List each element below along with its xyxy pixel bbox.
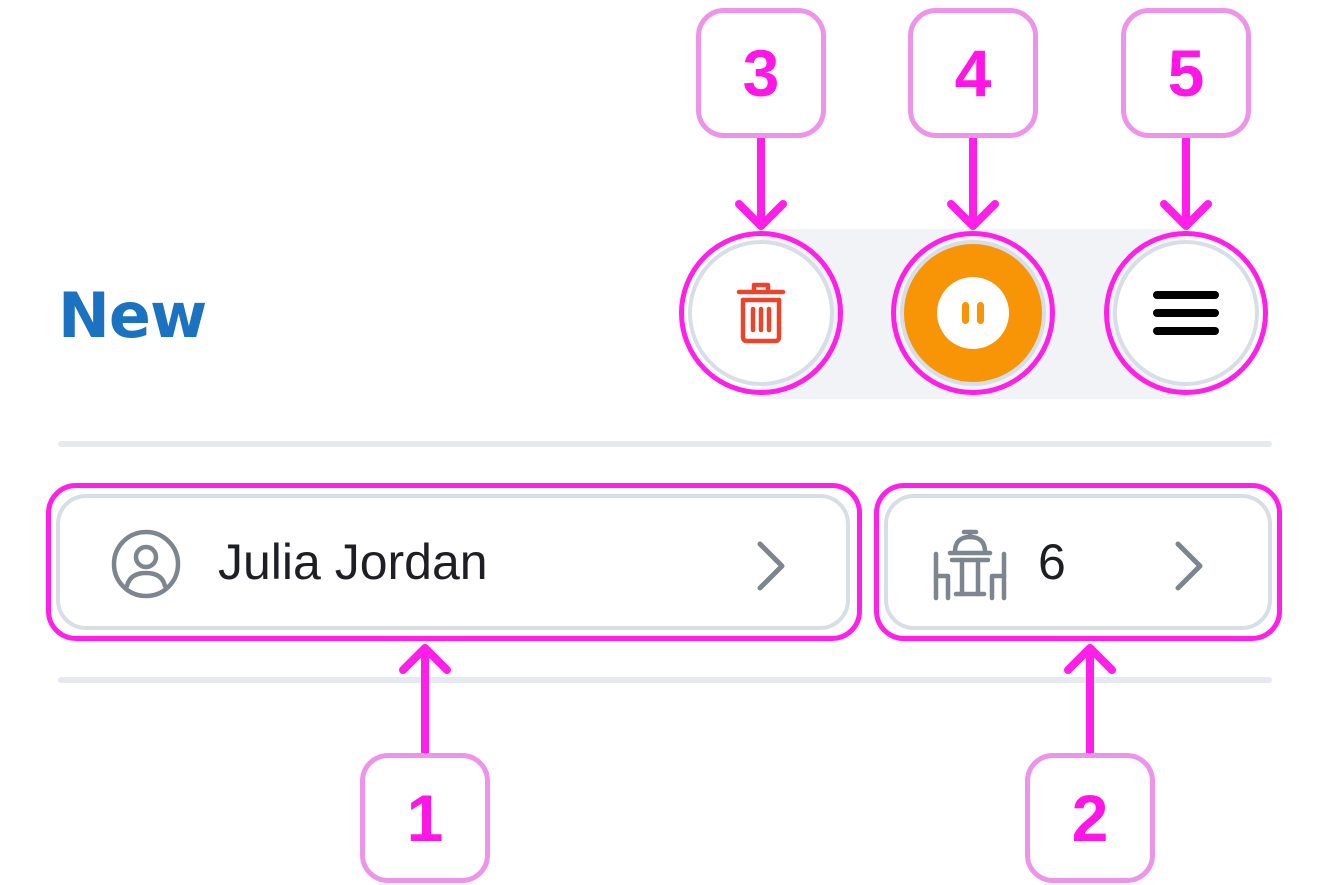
delete-button[interactable] (688, 240, 834, 386)
chevron-right-icon (757, 541, 785, 591)
annotation-badge-5: 5 (1121, 8, 1251, 138)
trash-icon (736, 282, 786, 344)
dining-table-icon (933, 529, 1007, 601)
guest-selector[interactable]: Julia Jordan (56, 494, 850, 630)
divider-top (58, 441, 1272, 447)
pause-icon (937, 277, 1009, 349)
guest-name: Julia Jordan (218, 534, 488, 590)
status-title: New (58, 279, 207, 352)
annotation-badge-2: 2 (1025, 753, 1155, 883)
menu-button[interactable] (1113, 240, 1259, 386)
user-circle-icon (111, 529, 181, 599)
table-number: 6 (1038, 534, 1066, 590)
annotation-badge-3: 3 (696, 8, 826, 138)
annotation-badge-1: 1 (360, 753, 490, 883)
annotation-badge-4: 4 (908, 8, 1038, 138)
divider-bottom (58, 677, 1272, 683)
hamburger-menu-icon (1153, 291, 1219, 335)
table-selector[interactable]: 6 (884, 494, 1272, 630)
chevron-right-icon (1175, 541, 1203, 591)
pause-button[interactable] (900, 240, 1046, 386)
